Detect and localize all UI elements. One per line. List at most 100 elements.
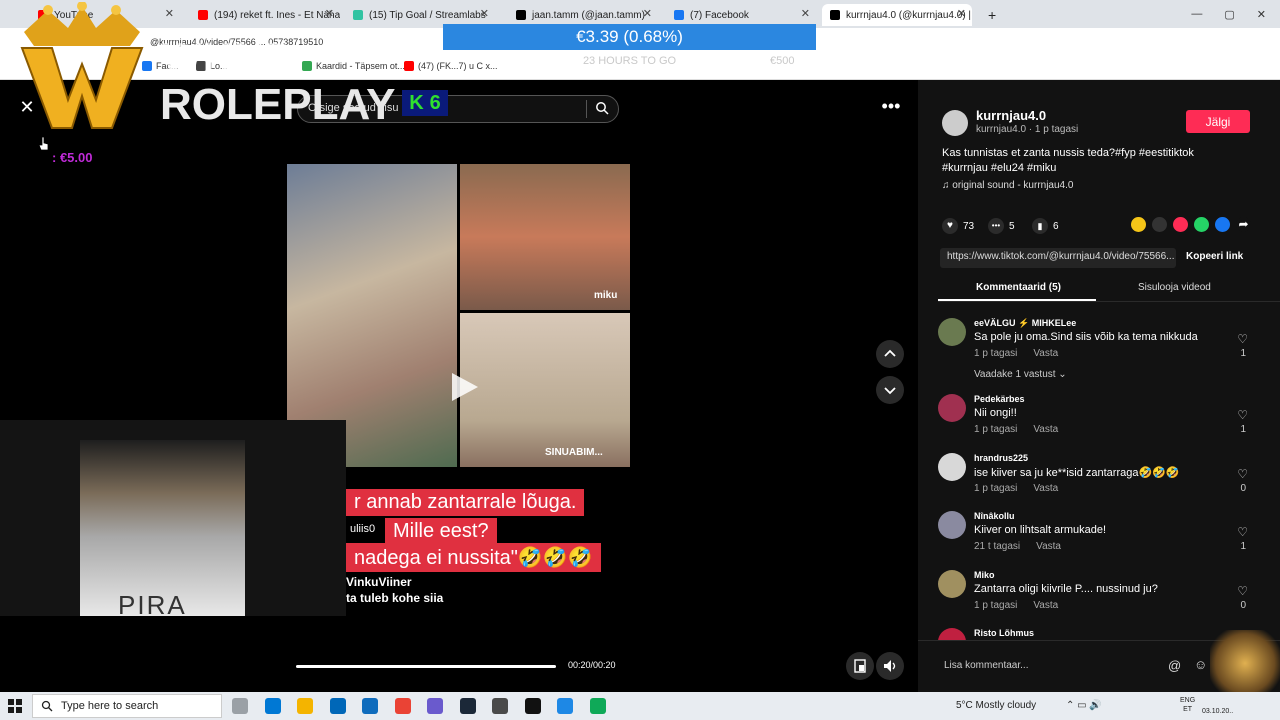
browser-tab[interactable]: kurrnjau4.0 (@kurrnjau4.0) | Tik✕ (822, 4, 972, 26)
obs-icon[interactable] (427, 698, 443, 714)
donation-goal-target: €500 (770, 55, 795, 67)
comment-avatar[interactable] (938, 628, 966, 640)
task-view-icon[interactable] (232, 698, 248, 714)
browser-tab[interactable]: (15) Tip Goal / Streamlabs ✕ (345, 4, 495, 26)
notepad-icon[interactable] (557, 698, 573, 714)
word-icon[interactable] (362, 698, 378, 714)
facebook-icon[interactable] (1215, 217, 1230, 232)
embed-icon[interactable] (1152, 217, 1167, 232)
clock-date[interactable]: 03.10.20.. (1202, 708, 1233, 715)
comment-avatar[interactable] (938, 570, 966, 598)
new-tab-button[interactable]: + (980, 4, 1004, 26)
comment-author[interactable]: eeVÄLGU ⚡ MIHKELee (974, 318, 1076, 329)
more-options-button[interactable]: ••• (878, 96, 904, 118)
comment-item: Pedekärbes Nii ongi!! 1 p tagasi Vasta ♡ 1 (938, 394, 1258, 444)
mention-button[interactable]: @ (1168, 658, 1181, 673)
comment-meta: 1 p tagasi Vasta (974, 424, 1058, 435)
search-icon[interactable] (595, 101, 609, 115)
close-tab-icon[interactable]: ✕ (801, 7, 810, 20)
comment-input[interactable]: Lisa kommentaar... (944, 660, 1028, 671)
sound-link[interactable]: ♫ original sound - kurrnjau4.0 (942, 180, 1073, 191)
green-app-icon[interactable] (589, 698, 606, 714)
outlook-icon[interactable] (329, 698, 346, 714)
comment-heart-icon[interactable]: ♡ (1237, 525, 1248, 539)
play-icon[interactable] (446, 370, 480, 404)
taskbar-search[interactable]: Type here to search (32, 694, 222, 718)
k-letter: K (409, 91, 424, 114)
reply-button[interactable]: Vasta (1033, 348, 1058, 359)
video-link-field[interactable]: https://www.tiktok.com/@kurrnjau4.0/vide… (940, 248, 1176, 268)
save-count: 6 (1053, 220, 1059, 232)
comment-author[interactable]: Miko (974, 570, 995, 580)
author-avatar[interactable] (942, 110, 968, 136)
comment-heart-icon[interactable]: ♡ (1237, 332, 1248, 346)
author-name[interactable]: kurrnjau4.0 (976, 108, 1046, 123)
volume-button[interactable] (876, 652, 904, 680)
comment-heart-icon[interactable]: ♡ (1237, 467, 1248, 481)
wknd-crown-logo (20, 2, 144, 129)
browser-tab[interactable]: (194) reket ft. Ines - Et Näha Tõ✕ (190, 4, 340, 26)
tab-comments[interactable]: Kommentaarid (5) (976, 282, 1061, 293)
comment-author[interactable]: Pedekärbes (974, 394, 1025, 404)
next-video-button[interactable] (876, 376, 904, 404)
comment-author[interactable]: Nînâkollu (974, 511, 1015, 521)
reply-button[interactable]: Vasta (1033, 600, 1058, 611)
maximize-button[interactable]: ▢ (1224, 8, 1234, 21)
view-replies-link[interactable]: Vaadake 1 vastust ⌄ (974, 369, 1067, 380)
windows-start-icon[interactable] (8, 699, 22, 713)
comment-avatar[interactable] (938, 453, 966, 481)
steam-icon[interactable] (459, 698, 476, 714)
weather-widget[interactable]: 5°C Mostly cloudy (956, 700, 1036, 711)
close-tab-icon[interactable]: ✕ (325, 7, 334, 20)
reply-button[interactable]: Vasta (1036, 541, 1061, 552)
tab-label: (194) reket ft. Ines - Et Näha Tõ (214, 9, 340, 21)
comment-avatar[interactable] (938, 318, 966, 346)
edge-icon[interactable] (264, 698, 281, 714)
comment-time: 1 p tagasi (974, 600, 1018, 611)
bookmark-icon (404, 61, 414, 71)
close-tab-icon[interactable]: ✕ (165, 7, 174, 20)
send-icon[interactable] (1173, 217, 1188, 232)
emoji-button[interactable]: ☺ (1194, 657, 1207, 672)
save-stat[interactable]: ▮ 6 (1032, 218, 1059, 234)
tab-creator-videos[interactable]: Sisulooja videod (1138, 282, 1211, 293)
comment-stat[interactable]: ••• 5 (988, 218, 1015, 234)
share-arrow-icon[interactable]: ➦ (1236, 217, 1251, 232)
coin-icon[interactable] (1131, 217, 1146, 232)
comment-avatar[interactable] (938, 511, 966, 539)
file-explorer-icon[interactable] (297, 698, 313, 714)
copy-link-button[interactable]: Kopeeri link (1186, 251, 1243, 262)
comment-text: ise kiiver sa ju ke**isid zantarraga🤣🤣🤣 (974, 467, 1180, 479)
comment-heart-icon[interactable]: ♡ (1237, 584, 1248, 598)
comment-author[interactable]: hrandrus225 (974, 453, 1028, 463)
previous-video-button[interactable] (876, 340, 904, 368)
reply-button[interactable]: Vasta (1033, 424, 1058, 435)
follow-button[interactable]: Jälgi (1186, 110, 1250, 133)
comment-avatar[interactable] (938, 394, 966, 422)
comment-item: Miko Zantarra oligi kiivrile P.... nussin… (938, 570, 1258, 620)
comment-time: 1 p tagasi (974, 424, 1018, 435)
bookmark-item[interactable]: Kaardid - Täpsem ot... (302, 61, 405, 71)
webcam-shirt-text: PIRA (118, 590, 187, 620)
terminal-icon[interactable] (524, 698, 541, 714)
video-progress-bar[interactable] (296, 665, 556, 668)
tab-favicon-icon (353, 10, 363, 20)
close-window-button[interactable]: ✕ (1257, 8, 1266, 21)
reply-button[interactable]: Vasta (1033, 483, 1058, 494)
close-tab-icon[interactable]: ✕ (480, 7, 489, 20)
window-controls[interactable]: — ▢ ✕ (1191, 0, 1280, 28)
browser-tab[interactable]: (7) Facebook ✕ (666, 4, 816, 26)
minimize-button[interactable]: — (1191, 8, 1202, 20)
comment-author[interactable]: Risto Lõhmus (974, 628, 1034, 638)
browser-tab[interactable]: jaan.tamm (@jaan.tamm) ✕ (508, 4, 658, 26)
picture-in-picture-button[interactable] (846, 652, 874, 680)
like-stat[interactable]: ♥ 73 (942, 218, 974, 234)
chrome-icon[interactable] (394, 698, 411, 714)
system-tray[interactable]: ⌃ ▭ 🔊 (1066, 700, 1102, 711)
app-icon[interactable] (492, 698, 508, 714)
close-tab-icon[interactable]: ✕ (643, 7, 652, 20)
close-tab-icon[interactable]: ✕ (957, 7, 966, 20)
language-indicator[interactable]: ENG ET (1180, 696, 1195, 714)
whatsapp-icon[interactable] (1194, 217, 1209, 232)
comment-heart-icon[interactable]: ♡ (1237, 408, 1248, 422)
